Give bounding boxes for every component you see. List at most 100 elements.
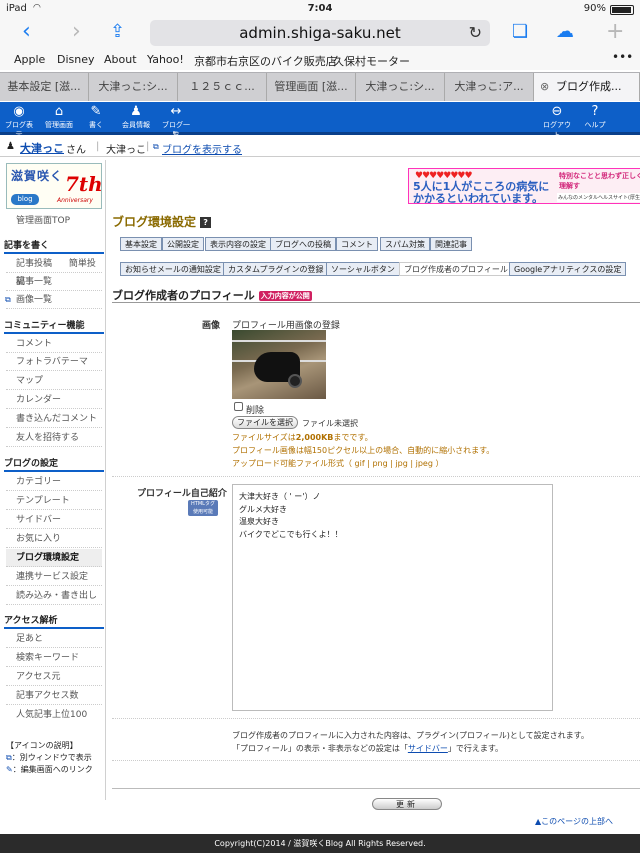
tab-active[interactable]: ⊗ ブログ作成... bbox=[534, 73, 640, 101]
forward-icon[interactable]: › bbox=[72, 20, 81, 44]
sidebar-item-referrers[interactable]: アクセス元 bbox=[6, 668, 102, 686]
separator: | bbox=[96, 141, 100, 152]
new-window-icon: ⧉ bbox=[153, 142, 159, 151]
ad-banner[interactable]: ♥♥♥♥♥♥♥♥ 5人に1人がこころの病気に かかるといわれています。 特別なこと… bbox=[408, 168, 640, 205]
sidebar-item-map[interactable]: マップ bbox=[6, 372, 102, 390]
sidebar-item-services[interactable]: 連携サービス設定 bbox=[6, 568, 102, 586]
sidebar-item-import-export[interactable]: 読み込み・書き出し bbox=[6, 587, 102, 605]
footer: Copyright(C)2014 / 滋賀咲くBlog All Rights R… bbox=[0, 834, 640, 853]
user-row: ♟ 大津っこ さん | 大津っこ | ⧉ ブログを表示する bbox=[0, 137, 640, 157]
sidebar-item-comment[interactable]: コメント bbox=[6, 335, 102, 353]
sidebar-item-invite[interactable]: 友人を招待する bbox=[6, 429, 102, 447]
sidebar-head-access: アクセス解析 bbox=[4, 613, 104, 629]
tab-spam[interactable]: スパム対策 bbox=[380, 237, 430, 251]
sidebar-item-favorites[interactable]: お気に入り bbox=[6, 530, 102, 548]
back-icon[interactable]: ‹ bbox=[22, 20, 31, 44]
update-button[interactable]: 更新 bbox=[372, 798, 442, 810]
nav-write[interactable]: ✎ 書く bbox=[86, 104, 106, 130]
sidebar-item-written-comments[interactable]: 書き込んだコメント bbox=[6, 410, 102, 428]
sidebar-head-write: 記事を書く bbox=[4, 238, 104, 254]
nav-admin[interactable]: ⌂ 管理画面 bbox=[44, 104, 74, 130]
bookmark-disney[interactable]: Disney bbox=[57, 53, 95, 66]
admin-nav: ◉ ブログ表示 ⌂ 管理画面 ✎ 書く ♟ 会員情報 ↔ ブログ一覧 ⊖ ログアウト ? ヘル… bbox=[0, 102, 640, 139]
user-suffix: さん bbox=[66, 145, 86, 156]
tab-posting[interactable]: ブログへの投稿 bbox=[270, 237, 336, 251]
help-icon[interactable]: ? bbox=[200, 217, 212, 228]
delete-checkbox[interactable] bbox=[234, 402, 243, 411]
page-top-link[interactable]: ▲このページの上部へ bbox=[535, 816, 613, 827]
address-bar[interactable]: admin.shiga-saku.net ↻ bbox=[150, 20, 490, 46]
tab-basic[interactable]: 基本設定 bbox=[120, 237, 162, 251]
cloud-tabs-icon[interactable]: ☁ bbox=[556, 20, 574, 44]
divider bbox=[112, 718, 640, 719]
intro-label: プロフィール自己紹介 bbox=[137, 489, 227, 499]
bookmarks-icon[interactable]: ❏ bbox=[512, 20, 528, 44]
section-title: ブログ作成者のプロフィール 入力内容が公開 bbox=[112, 287, 640, 303]
user-name[interactable]: 大津っこ bbox=[20, 140, 64, 156]
divider bbox=[112, 788, 640, 789]
edit-icon: ✎ bbox=[6, 765, 13, 774]
sidebar-item-footprints[interactable]: 足あと bbox=[6, 630, 102, 648]
divider bbox=[112, 476, 640, 477]
sidebar-item-calendar[interactable]: カレンダー bbox=[6, 391, 102, 409]
arrows-icon: ↔ bbox=[170, 104, 182, 119]
tab-comment[interactable]: コメント bbox=[336, 237, 378, 251]
tab-4[interactable]: 管理画面 [滋... bbox=[267, 73, 356, 101]
tab-close-icon[interactable]: ⊗ bbox=[540, 73, 549, 101]
bookmark-about[interactable]: About bbox=[104, 53, 137, 66]
sidebar-item-post[interactable]: 記事投稿 簡単投稿 bbox=[6, 255, 102, 287]
sidebar-item-article-access[interactable]: 記事アクセス数 bbox=[6, 687, 102, 705]
tab-5[interactable]: 大津っこ:シ... bbox=[356, 73, 445, 101]
sidebar-item-keywords[interactable]: 検索キーワード bbox=[6, 649, 102, 667]
page-title: ブログ環境設定? bbox=[112, 213, 212, 230]
new-tab-icon[interactable]: + bbox=[606, 20, 624, 44]
file-none-label: ファイル未選択 bbox=[302, 419, 358, 428]
url-text: admin.shiga-saku.net bbox=[239, 24, 401, 42]
sidebar-item-admin-top[interactable]: 管理画面TOP bbox=[6, 212, 102, 230]
bookmark-kyoto-bike[interactable]: 京都市右京区のバイク販売店 bbox=[194, 53, 337, 69]
nav-blog-view[interactable]: ◉ ブログ表示 bbox=[4, 104, 34, 140]
sidebar-item-images[interactable]: ⧉ 画像一覧 bbox=[5, 291, 102, 309]
sidebar-item-top100[interactable]: 人気記事上位100 bbox=[6, 706, 102, 724]
tab-related[interactable]: 関連記事 bbox=[430, 237, 472, 251]
intro-textarea[interactable]: 大津大好き（ ' ー'）ノ グルメ大好き 温泉大好き バイクでどこでも行くよ！！ bbox=[232, 484, 553, 711]
sidebar-item-blog-settings[interactable]: ブログ環境設定 bbox=[6, 549, 102, 567]
logo-anniversary: Anniversary bbox=[57, 197, 93, 204]
nav-help[interactable]: ? ヘルプ bbox=[584, 104, 606, 130]
tab-3[interactable]: １２５ｃｃ... bbox=[178, 73, 267, 101]
foot-note-2: 「プロフィール」の表示・非表示などの設定は「サイドバー」で行えます。 bbox=[232, 744, 504, 753]
bookmark-yahoo[interactable]: Yahoo! bbox=[147, 53, 184, 66]
tab-social[interactable]: ソーシャルボタン bbox=[326, 262, 400, 276]
banner-right-text: 特別なことと思わず正しく理解す bbox=[559, 172, 640, 190]
share-icon[interactable]: ⇪ bbox=[110, 20, 125, 44]
battery-percent: 90% bbox=[583, 3, 606, 14]
reload-icon[interactable]: ↻ bbox=[469, 20, 482, 46]
sidebar-item-template[interactable]: テンプレート bbox=[6, 492, 102, 510]
tab-display[interactable]: 表示内容の設定 bbox=[205, 237, 271, 251]
bookmark-kubomura[interactable]: 久保村モーター bbox=[333, 53, 410, 69]
nav-logout[interactable]: ⊖ ログアウト bbox=[540, 104, 574, 140]
tab-google-analytics[interactable]: Googleアナリティクスの設定 bbox=[509, 262, 627, 276]
delete-label: 削除 bbox=[246, 406, 265, 416]
tab-custom-plugin[interactable]: カスタムプラグインの登録 bbox=[223, 262, 329, 276]
help-icon: ? bbox=[591, 104, 599, 119]
tab-notify-mail[interactable]: お知らせメールの通知設定 bbox=[120, 262, 226, 276]
site-logo[interactable]: 滋賀咲く 7th blog Anniversary bbox=[6, 163, 103, 209]
sidebar-item-category[interactable]: カテゴリー bbox=[6, 473, 102, 491]
sidebar-item-photorabas[interactable]: フォトラバテーマ bbox=[6, 353, 102, 371]
bookmark-apple[interactable]: Apple bbox=[14, 53, 45, 66]
more-icon[interactable]: ••• bbox=[612, 50, 633, 64]
nav-blog-list[interactable]: ↔ ブログ一覧 bbox=[160, 104, 192, 140]
nav-member[interactable]: ♟ 会員情報 bbox=[120, 104, 152, 130]
sidebar-link[interactable]: サイドバー bbox=[408, 744, 448, 753]
tab-1[interactable]: 基本設定 [滋... bbox=[0, 73, 89, 101]
tab-6[interactable]: 大津っこ:ア... bbox=[445, 73, 534, 101]
view-blog-link[interactable]: ブログを表示する bbox=[162, 141, 242, 156]
tab-2[interactable]: 大津っこ:シ... bbox=[89, 73, 178, 101]
status-bar: iPad ◠ 7:04 90% bbox=[0, 0, 640, 18]
tab-public[interactable]: 公開設定 bbox=[162, 237, 204, 251]
sidebar-item-article-list[interactable]: 記事一覧 bbox=[6, 273, 102, 291]
tab-profile[interactable]: ブログ作成者のプロフィール bbox=[399, 262, 513, 276]
sidebar-item-sidebar[interactable]: サイドバー bbox=[6, 511, 102, 529]
file-select-button[interactable]: ファイルを選択 bbox=[232, 416, 298, 429]
